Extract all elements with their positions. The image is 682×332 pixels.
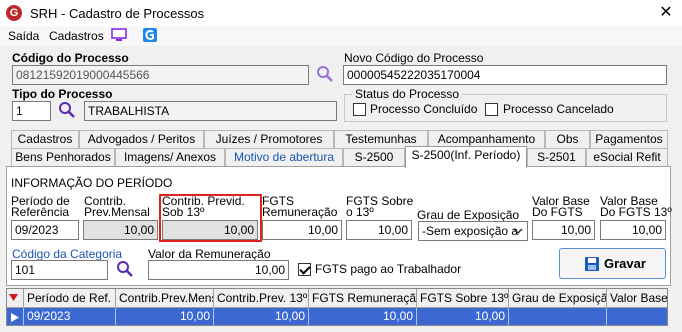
status-title: Status do Processo: [352, 87, 463, 101]
periodo-ref-label: Período de Referência: [11, 194, 70, 219]
app-logo-icon: G: [6, 5, 22, 21]
grid-cell-periodo[interactable]: 09/2023: [24, 308, 116, 325]
processo-cancelado-checkbox[interactable]: [485, 103, 498, 116]
processo-cancelado-label: Processo Cancelado: [503, 102, 614, 116]
contrib-prev-mensal-label: Contrib. Prev.Mensal: [84, 194, 150, 219]
tab-s2501[interactable]: S-2501: [527, 148, 586, 166]
grau-exposicao-value: -Sem exposição a: [422, 224, 519, 238]
grid-row-indicator[interactable]: [7, 308, 24, 325]
row-pointer-icon: [11, 313, 19, 322]
codigo-processo-label: Código do Processo: [12, 51, 129, 65]
gravar-button[interactable]: Gravar: [559, 248, 666, 279]
app-g-icon[interactable]: [142, 27, 158, 43]
fgts-sobre-13-label: FGTS Sobre o 13º: [346, 194, 414, 219]
tab-imagens-anexos[interactable]: Imagens/ Anexos: [115, 148, 225, 166]
search-codigo-icon[interactable]: [316, 65, 334, 83]
tipo-processo-code-field[interactable]: 1: [12, 101, 51, 121]
search-categoria-icon[interactable]: [116, 260, 134, 278]
tipo-processo-desc-field: TRABALHISTA: [84, 101, 337, 121]
grid-header-valor-base[interactable]: Valor Base: [607, 289, 667, 308]
contrib-previd-13-field[interactable]: 10,00: [162, 220, 258, 240]
section-title: INFORMAÇÃO DO PERÍODO: [11, 176, 173, 190]
periodo-grid: Período de Ref. Contrib.Prev.Mensal Cont…: [6, 288, 668, 326]
grid-cell-valor-base[interactable]: [607, 308, 667, 325]
grau-exposicao-select[interactable]: -Sem exposição a: [418, 221, 528, 241]
grid-header-contrib-mensal[interactable]: Contrib.Prev.Mensal: [116, 289, 214, 308]
menu-saida[interactable]: Saída: [8, 29, 39, 43]
window-title: SRH - Cadastro de Processos: [30, 6, 205, 21]
processo-concluido-label: Processo Concluído: [370, 102, 478, 116]
app-window: G SRH - Cadastro de Processos ✕ Saída Ca…: [0, 0, 682, 332]
tab-s2500[interactable]: S-2500: [343, 148, 405, 166]
tab-bens-penhorados[interactable]: Bens Penhorados: [11, 148, 115, 166]
grid-header-fgts-13[interactable]: FGTS Sobre 13º: [417, 289, 509, 308]
tipo-processo-label: Tipo do Processo: [12, 87, 113, 101]
codigo-processo-field[interactable]: 08121592019000445566: [12, 65, 309, 85]
fgts-remuneracao-label: FGTS Remuneração: [262, 194, 338, 219]
fgts-pago-label: FGTS pago ao Trabalhador: [315, 262, 462, 276]
tab-advogados[interactable]: Advogados / Peritos: [79, 130, 204, 148]
tab-juizes[interactable]: Juízes / Promotores: [204, 130, 334, 148]
menu-cadastros[interactable]: Cadastros: [49, 29, 104, 43]
grid-cell-fgts-13[interactable]: 10,00: [417, 308, 509, 325]
grid-cell-grau[interactable]: [509, 308, 607, 325]
chevron-down-icon[interactable]: [511, 224, 525, 238]
valor-remuneracao-field[interactable]: 10,00: [148, 260, 289, 280]
sort-down-icon: [9, 294, 18, 301]
tab-cadastros[interactable]: Cadastros: [11, 130, 79, 148]
grid-header-periodo[interactable]: Período de Ref.: [24, 289, 116, 308]
tab-esocial-refit[interactable]: eSocial Refit: [586, 148, 668, 166]
search-tipo-icon[interactable]: [58, 101, 76, 119]
grid-cell-contrib-mensal[interactable]: 10,00: [116, 308, 214, 325]
novo-codigo-label: Novo Código do Processo: [344, 51, 484, 65]
valor-base-fgts-13-label: Valor Base Do FGTS 13º: [600, 194, 672, 219]
grid-header-contrib-13[interactable]: Contrib.Prev. 13º: [214, 289, 309, 308]
fgts-remuneracao-field[interactable]: 10,00: [262, 220, 342, 240]
grid-cell-contrib-13[interactable]: 10,00: [214, 308, 309, 325]
grid-header-grau[interactable]: Grau de Exposição: [509, 289, 607, 308]
fgts-sobre-13-field[interactable]: 10,00: [346, 220, 412, 240]
monitor-icon[interactable]: [111, 27, 127, 43]
processo-concluido-checkbox[interactable]: [353, 103, 366, 116]
tab-s2500-inf-periodo[interactable]: S-2500(Inf. Período): [405, 146, 527, 168]
codigo-categoria-label: Código da Categoria: [12, 247, 123, 261]
tab-pagamentos[interactable]: Pagamentos: [590, 130, 668, 148]
grid-header-fgts-remun[interactable]: FGTS Remuneração: [309, 289, 417, 308]
valor-remuneracao-label: Valor da Remuneração: [148, 247, 271, 261]
grau-exposicao-label: Grau de Exposição: [417, 208, 520, 222]
close-icon[interactable]: ✕: [656, 3, 676, 23]
tab-obs[interactable]: Obs: [545, 130, 590, 148]
novo-codigo-field[interactable]: 00000545222035170004: [343, 65, 667, 85]
contrib-prev-mensal-field[interactable]: 10,00: [83, 220, 158, 240]
valor-base-fgts-13-field[interactable]: 10,00: [600, 220, 666, 240]
grid-cell-fgts-remun[interactable]: 10,00: [309, 308, 417, 325]
codigo-categoria-field[interactable]: 101: [11, 260, 108, 280]
valor-base-fgts-label: Valor Base Do FGTS: [532, 194, 590, 219]
fgts-pago-checkbox[interactable]: [298, 263, 311, 276]
grid-indicator-header: [7, 289, 24, 308]
save-icon: [585, 257, 599, 271]
gravar-label: Gravar: [604, 256, 646, 271]
periodo-ref-field[interactable]: 09/2023: [11, 220, 79, 240]
valor-base-fgts-field[interactable]: 10,00: [532, 220, 595, 240]
tab-motivo-abertura[interactable]: Motivo de abertura: [225, 148, 343, 166]
contrib-previd-13-label: Contrib. Previd. Sob 13º: [162, 194, 245, 219]
